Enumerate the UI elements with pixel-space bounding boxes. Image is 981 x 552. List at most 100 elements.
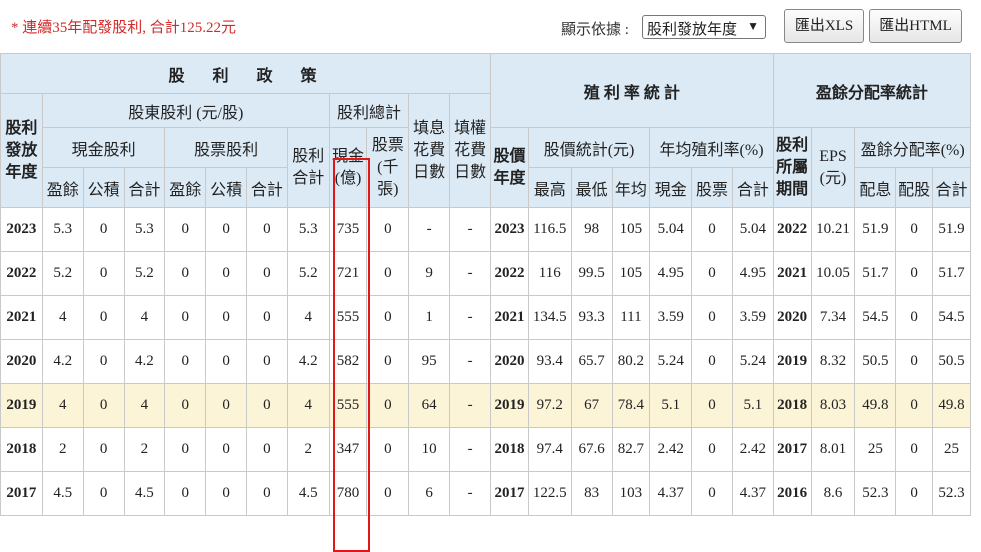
dividend-sum-header: 股利合計 (286, 127, 330, 208)
fill-days-cell: 9 (408, 251, 451, 296)
cash-dividend-header: 現金股利 (41, 127, 166, 168)
belong-period-cell: 2019 (772, 339, 812, 384)
payout-stock-cell: 0 (895, 383, 934, 428)
cash-earnings-cell: 2 (41, 427, 84, 472)
display-basis-select[interactable]: 股利發放年度 ▼ (642, 15, 766, 39)
price-high-cell: 116 (527, 251, 572, 296)
payout-stock-cell: 0 (895, 339, 934, 384)
issue-year-cell: 2020 (0, 339, 43, 384)
price-year-cell: 2022 (490, 251, 529, 296)
issue-year-cell: 2023 (0, 207, 43, 252)
total-dividend-header: 股利總計 (328, 93, 410, 128)
stock-total-cell: 0 (366, 295, 410, 340)
table-row: 2018 2 0 2 0 0 0 2 347 0 10-2018 97.4 67.6 82.7 2.42 0 2… (0, 427, 971, 472)
stock-earnings-cell: 0 (164, 339, 207, 384)
stock-sum-cell: 0 (245, 471, 288, 516)
display-basis-value: 股利發放年度 (647, 22, 738, 38)
table-row: 2021 4 0 4 0 0 0 4 555 0 1-2021 134.5 93.3 111 3.59 0 3.… (0, 295, 971, 340)
fill-days-cell: 95 (408, 339, 451, 384)
stock-sum-header: 合計 (245, 167, 288, 208)
yield-stock-cell: 0 (691, 207, 733, 252)
yield-stock-cell: 0 (691, 339, 733, 384)
cash-reserve-cell: 0 (82, 251, 125, 296)
price-high-cell: 97.4 (527, 427, 572, 472)
price-low-header: 最低 (570, 167, 613, 208)
dividend-sum-cell: 4.5 (286, 471, 330, 516)
yield-stock-header: 股票 (691, 167, 733, 208)
cash-total-cell: 582 (328, 339, 368, 384)
stock-reserve-cell: 0 (205, 383, 247, 428)
cash-earnings-cell: 4 (41, 295, 84, 340)
table-row: 2017 4.5 0 4.5 0 0 0 4.5 780 0 6-2017 122.5 83 103 4.3… (0, 471, 971, 516)
stock-sum-cell: 0 (245, 339, 288, 384)
export-xls-button[interactable]: 匯出XLS (784, 9, 864, 43)
fill-right-days-cell: - (449, 207, 492, 252)
belong-period-cell: 2022 (772, 207, 812, 252)
eps-cell: 10.05 (810, 251, 856, 296)
eps-cell: 8.6 (810, 471, 856, 516)
payout-sum-header: 合計 (932, 167, 971, 208)
eps-cell: 8.03 (810, 383, 856, 428)
payout-stock-cell: 0 (895, 295, 934, 340)
yield-stock-cell: 0 (691, 383, 733, 428)
issue-year-cell: 2022 (0, 251, 43, 296)
shareholder-dividend-header: 股東股利 (元/股) (41, 93, 330, 128)
issue-year-cell: 2018 (0, 427, 43, 472)
policy-header: 股 利 政 策 (0, 53, 492, 94)
payout-sum-cell: 25 (932, 427, 971, 472)
belong-period-cell: 2017 (772, 427, 812, 472)
cash-reserve-cell: 0 (82, 207, 125, 252)
price-high-cell: 116.5 (527, 207, 572, 252)
price-low-cell: 83 (570, 471, 613, 516)
price-avg-cell: 105 (611, 251, 651, 296)
fill-days-cell: - (408, 207, 451, 252)
payout-sum-cell: 51.7 (932, 251, 971, 296)
toolbar: * 連續35年配發股利, 合計125.22元 顯示依據 : 股利發放年度 ▼ 匯… (0, 0, 981, 52)
issue-year-cell: 2017 (0, 471, 43, 516)
price-avg-cell: 103 (611, 471, 651, 516)
yield-sum-cell: 5.04 (731, 207, 774, 252)
belong-period-cell: 2018 (772, 383, 812, 428)
fill-days-cell: 10 (408, 427, 451, 472)
fill-right-days-cell: - (449, 383, 492, 428)
price-avg-header: 年均 (611, 167, 651, 208)
stock-reserve-cell: 0 (205, 339, 247, 384)
stock-reserve-cell: 0 (205, 427, 247, 472)
price-low-cell: 67 (570, 383, 613, 428)
stock-total-cell: 0 (366, 471, 410, 516)
yield-sum-header: 合計 (731, 167, 774, 208)
payout-cash-cell: 25 (854, 427, 897, 472)
table-header: 股 利 政 策 殖 利 率 統 計 盈餘分配率統計 股利發放年度 股東股利 (元… (0, 53, 972, 208)
price-low-cell: 93.3 (570, 295, 613, 340)
cash-sum-cell: 4 (123, 295, 166, 340)
cash-total-cell: 721 (328, 251, 368, 296)
price-year-cell: 2019 (490, 383, 529, 428)
eps-cell: 10.21 (810, 207, 856, 252)
yield-cash-cell: 2.42 (649, 427, 693, 472)
payout-cash-cell: 50.5 (854, 339, 897, 384)
export-html-button[interactable]: 匯出HTML (869, 9, 962, 43)
cash-reserve-cell: 0 (82, 295, 125, 340)
cash-sum-cell: 4 (123, 383, 166, 428)
price-high-header: 最高 (527, 167, 572, 208)
cash-total-cell: 347 (328, 427, 368, 472)
stock-sum-cell: 0 (245, 383, 288, 428)
price-year-header: 股價年度 (490, 127, 529, 208)
price-low-cell: 99.5 (570, 251, 613, 296)
dividend-sum-cell: 5.3 (286, 207, 330, 252)
cash-sum-cell: 5.2 (123, 251, 166, 296)
yield-stock-cell: 0 (691, 427, 733, 472)
price-high-cell: 97.2 (527, 383, 572, 428)
yield-cash-cell: 4.95 (649, 251, 693, 296)
stock-earnings-cell: 0 (164, 295, 207, 340)
stock-reserve-cell: 0 (205, 471, 247, 516)
eps-cell: 8.32 (810, 339, 856, 384)
payout-cash-cell: 51.7 (854, 251, 897, 296)
fill-right-days-cell: - (449, 471, 492, 516)
payout-cash-cell: 52.3 (854, 471, 897, 516)
yield-stock-cell: 0 (691, 295, 733, 340)
payout-cash-cell: 51.9 (854, 207, 897, 252)
stock-earnings-cell: 0 (164, 471, 207, 516)
payout-cash-cell: 54.5 (854, 295, 897, 340)
eps-header: EPS (元) (810, 127, 856, 208)
